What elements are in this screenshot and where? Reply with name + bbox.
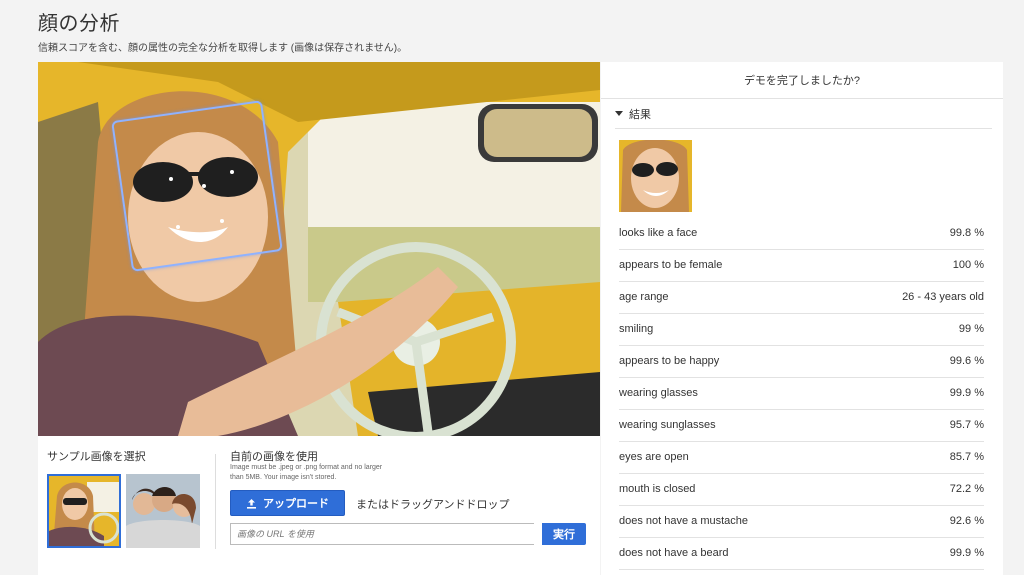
attribute-row: eyes are open 85.7 %	[619, 441, 984, 474]
attribute-name: eyes are open	[619, 451, 689, 463]
image-panel: サンプル画像を選択 自前の画像を使用 Image must be .jpeg o…	[38, 62, 600, 575]
landmark-mouth-left	[176, 225, 180, 229]
results-toggle[interactable]: 結果	[615, 106, 651, 122]
results-panel: デモを完了しましたか? 結果 looks like a face 99.8 % ap…	[601, 62, 1003, 575]
section-divider	[215, 454, 216, 549]
face-bounding-box	[111, 100, 283, 272]
attribute-value: 99.9 %	[949, 547, 984, 559]
attribute-name: smiling	[619, 323, 654, 335]
attribute-row: smiling 99 %	[619, 313, 984, 346]
results-divider	[615, 128, 992, 129]
attribute-name: age range	[619, 291, 669, 303]
attribute-name: appears to be happy	[619, 355, 720, 367]
drag-drop-text: またはドラッグアンドドロップ	[356, 499, 510, 511]
landmark-right-eye	[230, 170, 234, 174]
run-button[interactable]: 実行	[542, 523, 586, 545]
demo-complete-text: デモを完了しましたか?	[743, 75, 861, 87]
attribute-name: does not have a beard	[619, 547, 729, 559]
attribute-name: mouth is closed	[619, 483, 696, 495]
upload-button[interactable]: アップロード	[230, 490, 345, 516]
landmark-mouth-right	[220, 219, 224, 223]
attribute-row: age range 26 - 43 years old	[619, 281, 984, 314]
attribute-value: 99.8 %	[949, 227, 984, 239]
attribute-row: does not have a beard 99.9 %	[619, 537, 984, 570]
upload-hint: Image must be .jpeg or .png format and n…	[230, 464, 383, 481]
attribute-value: 26 - 43 years old	[902, 291, 984, 303]
page-title: 顔の分析	[38, 13, 120, 35]
attribute-name: wearing sunglasses	[619, 419, 716, 431]
attribute-value: 99 %	[958, 323, 984, 335]
demo-complete-header[interactable]: デモを完了しましたか?	[601, 62, 1003, 99]
landmark-left-eye	[169, 177, 173, 181]
attribute-name: appears to be female	[619, 259, 723, 271]
attribute-value: 92.6 %	[949, 515, 984, 527]
attribute-row: appears to be happy 99.6 %	[619, 345, 984, 378]
attribute-row: mouth is closed 72.2 %	[619, 473, 984, 506]
attribute-row: appears to be female 100 %	[619, 249, 984, 282]
upload-button-label: アップロード	[263, 498, 329, 510]
attribute-row: wearing glasses 99.9 %	[619, 377, 984, 410]
landmark-nose	[202, 184, 206, 188]
analyzed-photo	[38, 62, 600, 436]
attribute-row: does not have a mustache 92.6 %	[619, 505, 984, 538]
own-image-label: 自前の画像を使用	[230, 451, 318, 463]
sample-images-label: サンプル画像を選択	[47, 451, 146, 463]
detected-face-thumbnail	[619, 140, 692, 212]
attribute-name: does not have a mustache	[619, 515, 749, 527]
attribute-value: 99.9 %	[949, 387, 984, 399]
attribute-value: 100 %	[952, 259, 984, 271]
sample-thumbnail-group[interactable]	[126, 474, 200, 548]
attribute-value: 85.7 %	[949, 451, 984, 463]
attribute-name: looks like a face	[619, 227, 698, 239]
attribute-name: wearing glasses	[619, 387, 698, 399]
caret-down-icon	[615, 111, 623, 116]
image-url-input[interactable]	[230, 523, 534, 545]
attribute-value: 95.7 %	[949, 419, 984, 431]
attribute-value: 72.2 %	[949, 483, 984, 495]
attribute-row: wearing sunglasses 95.7 %	[619, 409, 984, 442]
results-label: 結果	[629, 109, 651, 121]
page-subtitle: 信頼スコアを含む、顔の属性の完全な分析を取得します (画像は保存されません)。	[38, 43, 408, 54]
sample-thumbnail-car[interactable]	[47, 474, 121, 548]
attribute-row: looks like a face 99.8 %	[619, 217, 984, 250]
upload-icon	[247, 498, 256, 509]
attribute-value: 99.6 %	[949, 355, 984, 367]
